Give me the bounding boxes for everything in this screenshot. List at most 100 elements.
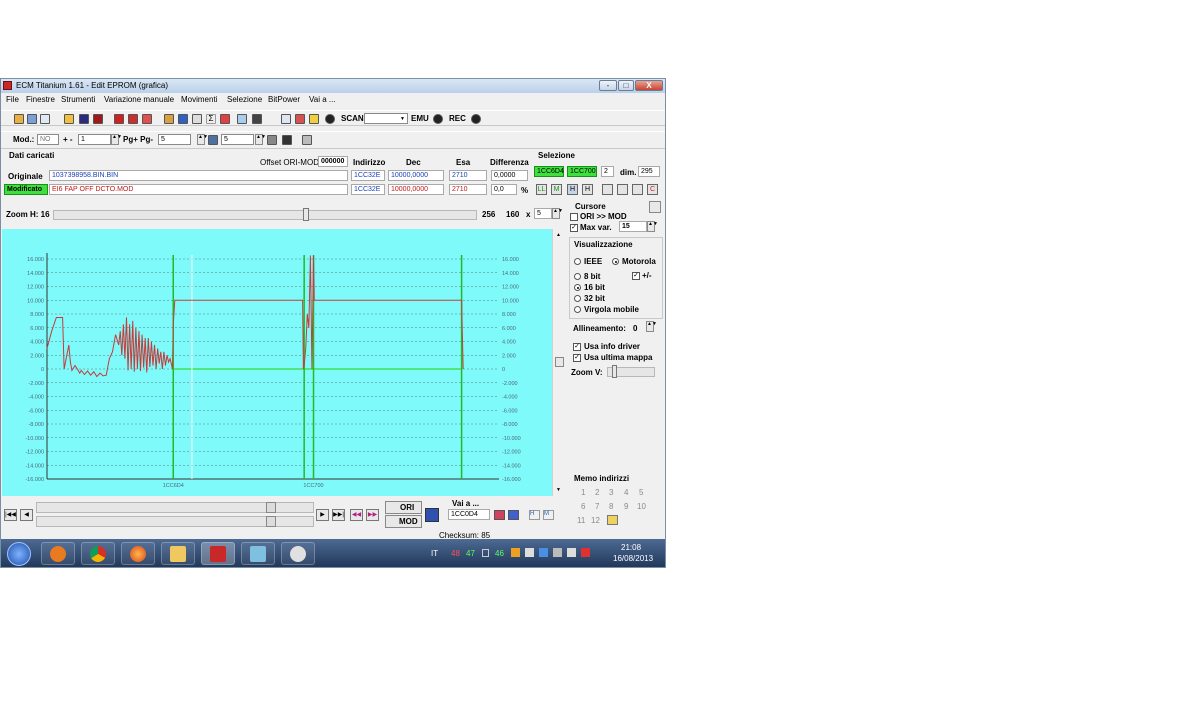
- 8bit-radio[interactable]: [574, 273, 581, 280]
- usa-info-checkbox[interactable]: ✓: [573, 343, 581, 351]
- runner-icon[interactable]: [309, 114, 319, 124]
- scroll-down-icon[interactable]: ▼: [556, 487, 561, 493]
- compare-icon[interactable]: [128, 114, 138, 124]
- step-spinner[interactable]: ▲▼: [111, 134, 122, 145]
- next-diff-icon[interactable]: ▶▶: [366, 509, 379, 521]
- memo-2[interactable]: 2: [595, 488, 599, 497]
- marker-left-icon[interactable]: H: [529, 510, 540, 520]
- memo-1[interactable]: 1: [581, 488, 585, 497]
- max-var-field[interactable]: 15: [619, 221, 647, 232]
- memo-10[interactable]: 10: [637, 502, 646, 511]
- mod-field[interactable]: NO: [37, 134, 59, 145]
- allineamento-spinner[interactable]: ▲▼: [646, 321, 657, 332]
- fill-icon[interactable]: [632, 184, 643, 195]
- target-icon[interactable]: [325, 114, 335, 124]
- tray-volume-icon[interactable]: [553, 548, 562, 557]
- rec-label[interactable]: REC: [449, 114, 466, 123]
- sigma-icon[interactable]: Σ: [206, 114, 216, 124]
- memo-11[interactable]: 11: [577, 516, 585, 525]
- tray-flag-icon[interactable]: [581, 548, 590, 557]
- save-icon[interactable]: [79, 114, 89, 124]
- home-icon[interactable]: [14, 114, 24, 124]
- next-page-icon[interactable]: ▶: [316, 509, 329, 521]
- emu-target-icon[interactable]: [433, 114, 443, 124]
- select-range-icon[interactable]: H: [582, 184, 593, 195]
- tray-network-icon[interactable]: [482, 549, 489, 557]
- open-window-icon[interactable]: [27, 114, 37, 124]
- memo-5[interactable]: 5: [639, 488, 643, 497]
- map-icon[interactable]: [237, 114, 247, 124]
- save-disk-icon[interactable]: [40, 114, 50, 124]
- memo-12[interactable]: 12: [591, 516, 600, 525]
- flag-icon[interactable]: [425, 508, 439, 522]
- zoom-h-thumb[interactable]: [303, 208, 309, 221]
- language-indicator[interactable]: IT: [431, 549, 438, 558]
- emu-label[interactable]: EMU: [411, 114, 429, 123]
- binoculars-icon[interactable]: [252, 114, 262, 124]
- max-var-checkbox[interactable]: ✓: [570, 224, 578, 232]
- tray-wifi-icon[interactable]: [539, 548, 548, 557]
- memo-9[interactable]: 9: [624, 502, 628, 511]
- vai-a-field[interactable]: 1CC0D4: [448, 509, 490, 520]
- scan-label[interactable]: SCAN: [341, 114, 364, 123]
- zoom-v3-spinner[interactable]: ▲▼: [552, 208, 563, 219]
- ori-mod-checkbox[interactable]: [570, 213, 578, 221]
- 16bit-radio[interactable]: [574, 284, 581, 291]
- virgola-radio[interactable]: [574, 306, 581, 313]
- start-button[interactable]: [7, 542, 31, 566]
- menu-strumenti[interactable]: Strumenti: [61, 95, 95, 104]
- selezione-from[interactable]: 1CC6D4: [534, 166, 564, 177]
- mod-button[interactable]: MOD: [385, 515, 422, 528]
- zoom-v-thumb[interactable]: [612, 365, 617, 378]
- minimize-button[interactable]: -: [599, 80, 617, 91]
- memo-store-icon[interactable]: [607, 515, 618, 525]
- prev-page-icon[interactable]: ◀: [20, 509, 33, 521]
- tray-display-icon[interactable]: [567, 548, 576, 557]
- motorola-radio[interactable]: [612, 258, 619, 265]
- p-spinner[interactable]: ▲▼: [255, 134, 266, 145]
- chevron-down-icon[interactable]: ▼: [400, 116, 405, 122]
- folder-open-icon[interactable]: [64, 114, 74, 124]
- memo-6[interactable]: 6: [581, 502, 585, 511]
- clock-time[interactable]: 21:08: [621, 543, 641, 552]
- rec-target-icon[interactable]: [471, 114, 481, 124]
- step-field[interactable]: 1: [78, 134, 111, 145]
- usa-ultima-checkbox[interactable]: ✓: [573, 354, 581, 362]
- p-field[interactable]: 5: [221, 134, 254, 145]
- menu-vai-a[interactable]: Vai a ...: [309, 95, 336, 104]
- maximize-button[interactable]: □: [618, 80, 634, 91]
- 32bit-radio[interactable]: [574, 295, 581, 302]
- ori-scroll-thumb[interactable]: [266, 502, 276, 513]
- pencil-icon[interactable]: [192, 114, 202, 124]
- magic-icon[interactable]: [220, 114, 230, 124]
- zoom-v3-field[interactable]: 5: [534, 208, 552, 219]
- pg-spinner[interactable]: ▲▼: [197, 134, 208, 145]
- memo-4[interactable]: 4: [624, 488, 628, 497]
- tools-icon[interactable]: [164, 114, 174, 124]
- marker-right-icon[interactable]: M: [543, 510, 554, 520]
- ori-button[interactable]: ORI: [385, 501, 422, 514]
- max-var-spinner[interactable]: ▲▼: [647, 221, 658, 232]
- taskbar-chrome[interactable]: [81, 542, 115, 565]
- menu-movimenti[interactable]: Movimenti: [181, 95, 217, 104]
- menu-selezione[interactable]: Selezione: [227, 95, 262, 104]
- taskbar-app[interactable]: [241, 542, 275, 565]
- select-ori-icon[interactable]: LL: [536, 184, 547, 195]
- table-icon[interactable]: [142, 114, 152, 124]
- select-both-icon[interactable]: H: [567, 184, 578, 195]
- grid-dark-icon[interactable]: [282, 135, 292, 145]
- save-mod-icon[interactable]: [93, 114, 103, 124]
- ieee-radio[interactable]: [574, 258, 581, 265]
- close-button[interactable]: X: [635, 80, 663, 91]
- tray-security-icon[interactable]: [511, 548, 520, 557]
- scroll-thumb[interactable]: [555, 357, 564, 367]
- zoom-h-slider[interactable]: [53, 210, 477, 220]
- menu-variazione-manuale[interactable]: Variazione manuale: [104, 95, 174, 104]
- graph-area[interactable]: 16.000 16.000 14.000 14.000 12.000 12.000 10.0…: [2, 229, 552, 496]
- taskbar-explorer[interactable]: [161, 542, 195, 565]
- prev-diff-icon[interactable]: ◀◀: [350, 509, 363, 521]
- grid-icon[interactable]: [267, 135, 277, 145]
- menu-finestre[interactable]: Finestre: [26, 95, 55, 104]
- goto-mod-icon[interactable]: [508, 510, 519, 520]
- clock-date[interactable]: 16/08/2013: [613, 554, 653, 563]
